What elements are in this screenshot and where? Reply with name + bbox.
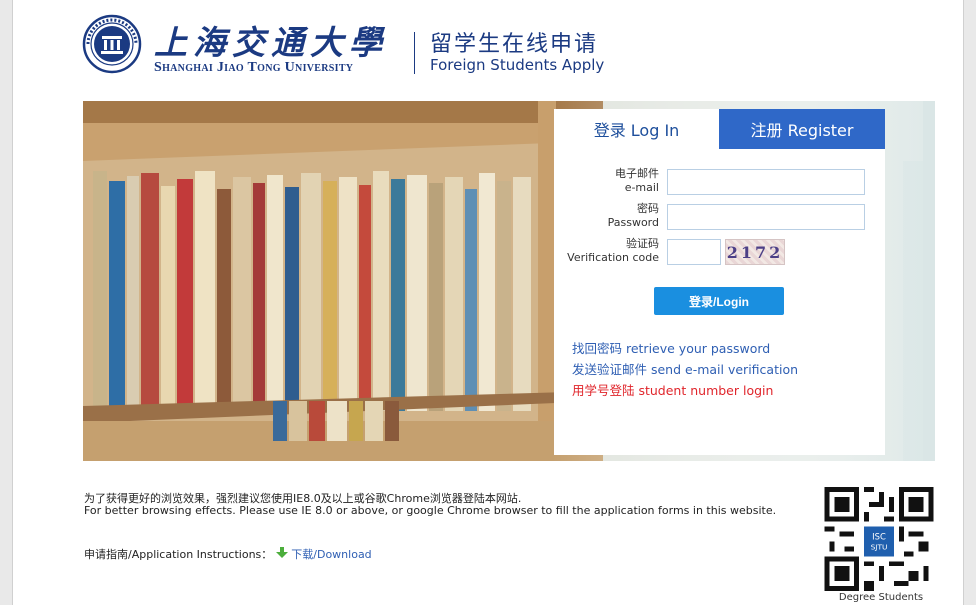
verification-label: 验证码 Verification code — [567, 237, 659, 265]
tab-register[interactable]: 注册 Register — [719, 109, 885, 149]
password-field[interactable] — [667, 204, 865, 230]
email-label-cn: 电子邮件 — [615, 167, 659, 180]
instructions-label: 申请指南/Application Instructions： — [84, 548, 273, 561]
qr-badge-text: ISC — [872, 531, 886, 541]
password-label-cn: 密码 — [637, 202, 659, 215]
verification-row: 验证码 Verification code 2172 — [554, 237, 885, 267]
download-link[interactable]: 下载/Download — [291, 548, 371, 561]
login-panel: 登录 Log In 注册 Register 电子邮件 e-mail 密码 Pas… — [554, 109, 885, 455]
retrieve-password-link[interactable]: 找回密码 retrieve your password — [572, 338, 770, 357]
verification-label-cn: 验证码 — [626, 237, 659, 250]
student-number-login-link[interactable]: 用学号登陆 student number login — [572, 380, 773, 399]
email-label: 电子邮件 e-mail — [615, 167, 659, 195]
verification-label-en: Verification code — [567, 251, 659, 264]
verification-code-field[interactable] — [667, 239, 721, 265]
password-label-en: Password — [607, 216, 659, 229]
password-row: 密码 Password — [554, 202, 885, 232]
tab-login[interactable]: 登录 Log In — [554, 109, 719, 149]
browser-note-en: For better browsing effects. Please use … — [84, 504, 777, 517]
qr-badge-text-2: SJTU — [871, 542, 888, 551]
download-arrow-icon[interactable] — [275, 547, 288, 559]
site-header: 上海交通大學 Shanghai Jiao Tong University 留学生… — [82, 14, 642, 76]
login-button[interactable]: 登录/Login — [654, 287, 784, 315]
university-name-cn: 上海交通大學 — [154, 23, 388, 62]
send-verification-link[interactable]: 发送验证邮件 send e-mail verification — [572, 359, 798, 378]
qr-code-icon: ISC SJTU — [824, 487, 934, 591]
email-field[interactable] — [667, 169, 865, 195]
system-title-cn: 留学生在线申请 — [430, 32, 599, 57]
qr-caption: Degree Students — [838, 592, 924, 603]
university-name-en: Shanghai Jiao Tong University — [154, 60, 354, 75]
email-label-en: e-mail — [624, 181, 659, 194]
captcha-image[interactable]: 2172 — [725, 239, 785, 265]
header-divider — [414, 32, 415, 74]
email-row: 电子邮件 e-mail — [554, 167, 885, 197]
university-seal-icon — [82, 14, 142, 74]
password-label: 密码 Password — [608, 202, 659, 230]
system-title-en: Foreign Students Apply — [430, 56, 605, 74]
application-instructions: 申请指南/Application Instructions： 下载/Downlo… — [84, 546, 372, 562]
